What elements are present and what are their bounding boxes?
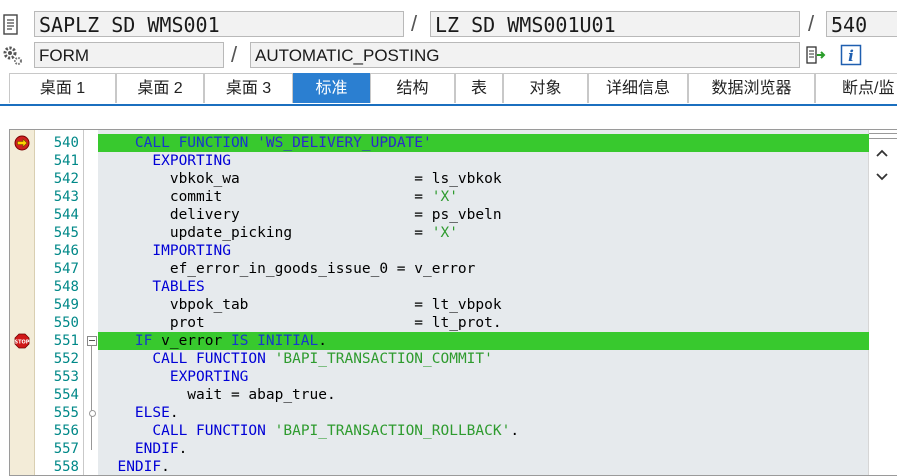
line-number: 541 [53, 153, 79, 169]
code-line[interactable]: 542 vbkok_wa = ls_vbkok [10, 170, 897, 188]
line-number: 543 [53, 189, 79, 205]
line-number: 555 [53, 405, 79, 421]
code-text: vbkok_wa = ls_vbkok [100, 171, 502, 187]
line-number: 540 [53, 135, 79, 151]
header-row-program: SAPLZ_SD_WMS001 / LZ_SD_WMS001U01 / 540 [0, 11, 897, 39]
line-number: 544 [53, 207, 79, 223]
info-icon[interactable]: i [840, 44, 862, 66]
code-text: ENDIF. [117, 459, 170, 475]
code-line[interactable]: 541 EXPORTING [10, 152, 897, 170]
tab-tables[interactable]: 表 [455, 73, 503, 103]
line-number: 546 [53, 243, 79, 259]
tab-desktop-2[interactable]: 桌面 2 [116, 73, 204, 103]
code-line[interactable]: 549 vbpok_tab = lt_vbpok [10, 296, 897, 314]
code-line[interactable]: 546 IMPORTING [10, 242, 897, 260]
document-icon [3, 14, 18, 35]
gear-icon [3, 46, 22, 65]
code-line[interactable]: 551 IF v_error IS INITIAL. STOP [10, 332, 897, 350]
source-code-editor[interactable]: 540 CALL FUNCTION 'WS_DELIVERY_UPDATE' 54… [9, 129, 897, 476]
current-statement-arrow-icon[interactable] [14, 135, 30, 151]
code-text: CALL FUNCTION 'BAPI_TRANSACTION_ROLLBACK… [152, 423, 520, 439]
code-text: update_picking = 'X' [100, 225, 458, 241]
tab-data-explorer[interactable]: 数据浏览器 [688, 73, 815, 103]
code-text: EXPORTING [152, 153, 231, 169]
tab-objects[interactable]: 对象 [503, 73, 588, 103]
separator-slash: / [808, 11, 815, 36]
line-number: 558 [53, 459, 79, 475]
code-line[interactable]: 544 delivery = ps_vbeln [10, 206, 897, 224]
line-number: 553 [53, 369, 79, 385]
line-number: 548 [53, 279, 79, 295]
line-number: 550 [53, 315, 79, 331]
program-field[interactable]: SAPLZ_SD_WMS001 [34, 11, 404, 37]
code-text: CALL FUNCTION 'BAPI_TRANSACTION_COMMIT' [152, 351, 493, 367]
line-number: 549 [53, 297, 79, 313]
code-text: vbpok_tab = lt_vbpok [100, 297, 502, 313]
display-object-icon[interactable] [805, 44, 827, 66]
tab-breakpoints[interactable]: 断点/监 [815, 73, 897, 103]
fold-branch-marker [89, 410, 96, 417]
code-line[interactable]: 545 update_picking = 'X' [10, 224, 897, 242]
separator-slash: / [231, 42, 238, 67]
svg-text:STOP: STOP [15, 340, 30, 346]
code-line[interactable]: 554 wait = abap_true. [10, 386, 897, 404]
code-line[interactable]: 555 ELSE. [10, 404, 897, 422]
line-number-field[interactable]: 540 [826, 11, 897, 37]
code-text: EXPORTING [169, 369, 249, 385]
code-text: IMPORTING [152, 243, 231, 259]
tab-desktop-3[interactable]: 桌面 3 [204, 73, 293, 103]
line-number: 552 [53, 351, 79, 367]
code-line[interactable]: 543 commit = 'X' [10, 188, 897, 206]
stop-breakpoint-icon[interactable]: STOP [14, 333, 30, 349]
debugger-tab-strip: 桌面 1 桌面 2 桌面 3 标准 结构 表 对象 详细信息 数据浏览器 断点/… [0, 73, 897, 106]
line-number: 551 [53, 333, 79, 349]
code-text: ENDIF. [134, 441, 188, 457]
svg-text:i: i [848, 47, 854, 65]
code-line[interactable]: 557 ENDIF. [10, 440, 897, 458]
header-row-event: FORM / AUTOMATIC_POSTING i [0, 42, 897, 70]
code-text: prot = lt_prot. [100, 315, 502, 331]
code-text: IF v_error IS INITIAL. [134, 333, 328, 349]
code-line[interactable]: 540 CALL FUNCTION 'WS_DELIVERY_UPDATE' [10, 134, 897, 152]
code-line[interactable]: 556 CALL FUNCTION 'BAPI_TRANSACTION_ROLL… [10, 422, 897, 440]
code-text: CALL FUNCTION 'WS_DELIVERY_UPDATE' [134, 135, 432, 151]
event-name-field[interactable]: AUTOMATIC_POSTING [250, 42, 800, 68]
line-number: 557 [53, 441, 79, 457]
code-text: TABLES [152, 279, 205, 295]
code-text: delivery = ps_vbeln [100, 207, 502, 223]
separator-slash: / [411, 11, 418, 36]
line-number: 545 [53, 225, 79, 241]
line-number: 542 [53, 171, 79, 187]
line-number: 547 [53, 261, 79, 277]
code-text: commit = 'X' [100, 189, 458, 205]
code-line[interactable]: 548 TABLES [10, 278, 897, 296]
code-line[interactable]: 553 EXPORTING [10, 368, 897, 386]
code-text: ELSE. [134, 405, 179, 421]
code-line[interactable]: 547 ef_error_in_goods_issue_0 = v_error [10, 260, 897, 278]
include-field[interactable]: LZ_SD_WMS001U01 [430, 11, 800, 37]
event-type-field[interactable]: FORM [34, 42, 224, 68]
collapse-block-icon[interactable] [87, 336, 97, 346]
code-text: ef_error_in_goods_issue_0 = v_error [100, 261, 476, 277]
fold-guide-line [91, 346, 92, 450]
code-line[interactable]: 552 CALL FUNCTION 'BAPI_TRANSACTION_COMM… [10, 350, 897, 368]
tab-desktop-1[interactable]: 桌面 1 [9, 73, 116, 103]
code-text: wait = abap_true. [100, 387, 336, 403]
code-line[interactable]: 550 prot = lt_prot. [10, 314, 897, 332]
code-line[interactable]: 558 ENDIF. [10, 458, 897, 475]
line-number: 556 [53, 423, 79, 439]
line-number: 554 [53, 387, 79, 403]
tab-structures[interactable]: 结构 [370, 73, 455, 103]
tab-details[interactable]: 详细信息 [588, 73, 688, 103]
tab-standard[interactable]: 标准 [293, 73, 370, 103]
